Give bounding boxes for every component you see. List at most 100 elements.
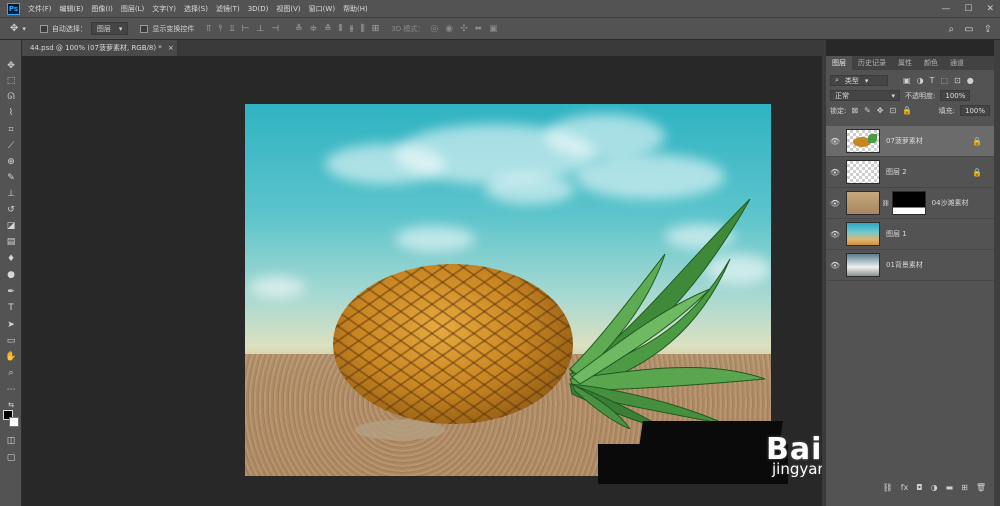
type-tool-icon[interactable]: T [0, 300, 22, 315]
add-mask-icon[interactable]: ◘ [916, 483, 922, 492]
eye-icon[interactable]: 👁 [828, 230, 842, 239]
hand-tool-icon[interactable]: ✋ [0, 349, 22, 364]
adjustment-layer-icon[interactable]: ◑ [931, 483, 938, 492]
brush-tool-icon[interactable]: ✎ [0, 170, 22, 185]
menu-layer[interactable]: 图层(L) [121, 4, 144, 14]
distribute-hcenter-icon[interactable]: ⫵ [349, 24, 353, 34]
align-bottom-icon[interactable]: ⫫ [229, 24, 234, 34]
smart-object-filter-icon[interactable]: ⊡ [954, 76, 961, 85]
photoshop-logo[interactable]: Ps [7, 2, 20, 15]
menu-help[interactable]: 帮助(H) [343, 4, 368, 14]
menu-file[interactable]: 文件(F) [28, 4, 52, 14]
align-vcenter-icon[interactable]: ⫯ [219, 24, 223, 34]
blend-mode-dropdown[interactable]: 正常 ▾ [830, 90, 900, 101]
fill-input[interactable]: 100% [960, 105, 990, 116]
layer-name[interactable]: 01背景素材 [886, 260, 923, 270]
new-layer-icon[interactable]: ⊞ [961, 483, 968, 492]
screen-mode-icon[interactable]: ▢ [0, 450, 22, 465]
quick-mask-icon[interactable]: ◫ [0, 433, 22, 448]
align-hcenter-icon[interactable]: ⊥ [256, 24, 264, 34]
layer-row[interactable]: 👁 ⛓ 04沙滩素材 [826, 188, 994, 219]
distribute-top-icon[interactable]: ≚ [295, 24, 303, 34]
gradient-tool-icon[interactable]: ▤ [0, 234, 22, 249]
layer-name[interactable]: 07菠萝素材 [886, 136, 923, 146]
tab-layers[interactable]: 图层 [826, 56, 852, 70]
more-tools-icon[interactable]: ⋯ [0, 382, 22, 397]
close-window-button[interactable]: ✕ [986, 4, 994, 14]
distribute-right-icon[interactable]: ⫼ [361, 24, 365, 34]
layer-style-icon[interactable]: fx [901, 483, 909, 492]
layer-row[interactable]: 👁 图层 2 🔒 [826, 157, 994, 188]
tab-channels[interactable]: 通道 [944, 56, 970, 70]
lock-artboard-icon[interactable]: ⊡ [889, 106, 896, 115]
menu-type[interactable]: 文字(Y) [152, 4, 176, 14]
distribute-left-icon[interactable]: ⫴ [339, 24, 343, 34]
adjustment-filter-icon[interactable]: ◑ [917, 76, 924, 85]
3d-roll-icon[interactable]: ◉ [445, 24, 453, 34]
auto-select-target-dropdown[interactable]: 图层 ▾ [90, 22, 129, 35]
link-layers-icon[interactable]: ⛓ [883, 483, 893, 492]
distribute-bottom-icon[interactable]: ≙ [324, 24, 332, 34]
background-color-swatch[interactable] [9, 417, 19, 427]
show-transform-checkbox-box[interactable] [140, 24, 149, 33]
auto-select-checkbox[interactable]: 自动选择： [39, 24, 87, 34]
3d-scale-icon[interactable]: ▣ [489, 24, 498, 34]
align-top-icon[interactable]: ⫪ [206, 24, 211, 34]
pen-tool-icon[interactable]: ✒ [0, 284, 22, 299]
3d-pan-icon[interactable]: ✣ [460, 24, 468, 34]
healing-brush-tool-icon[interactable]: ⊕ [0, 154, 22, 169]
layer-name[interactable]: 04沙滩素材 [932, 198, 969, 208]
menu-window[interactable]: 窗口(W) [309, 4, 335, 14]
link-icon[interactable]: ⛓ [882, 200, 890, 207]
share-icon[interactable]: ⇪ [984, 24, 992, 35]
history-brush-tool-icon[interactable]: ↺ [0, 202, 22, 217]
show-transform-checkbox[interactable]: 显示变换控件 [140, 24, 194, 34]
lasso-tool-icon[interactable]: ᘏ [0, 89, 22, 104]
tool-preset-chevron-icon[interactable]: ▾ [22, 25, 26, 33]
layer-row[interactable]: 👁 01背景素材 [826, 250, 994, 281]
menu-select[interactable]: 选择(S) [184, 4, 208, 14]
tab-history[interactable]: 历史记录 [852, 56, 892, 70]
layer-filter-dropdown[interactable]: ⌕ 类型 ▾ [830, 75, 888, 86]
layer-name[interactable]: 图层 2 [886, 167, 907, 177]
minimize-button[interactable]: — [941, 4, 950, 14]
document-tab[interactable]: 44.psd @ 100% (07菠萝素材, RGB/8) * × [22, 40, 177, 56]
align-left-icon[interactable]: ⊢ [242, 24, 250, 34]
eraser-tool-icon[interactable]: ◪ [0, 218, 22, 233]
eye-icon[interactable]: 👁 [828, 261, 842, 270]
workspace-icon[interactable]: ▭ [964, 24, 973, 35]
shape-filter-icon[interactable]: ⬚ [940, 76, 948, 85]
quick-select-tool-icon[interactable]: ⌇ [0, 105, 22, 120]
rectangle-tool-icon[interactable]: ▭ [0, 333, 22, 348]
eye-icon[interactable]: 👁 [828, 199, 842, 208]
lock-all-icon[interactable]: 🔒 [902, 106, 912, 115]
dodge-tool-icon[interactable]: ● [0, 267, 22, 282]
move-tool-icon[interactable]: ✥ [0, 58, 22, 73]
menu-filter[interactable]: 滤镜(T) [216, 4, 240, 14]
layer-row[interactable]: 👁 图层 1 [826, 219, 994, 250]
layer-name[interactable]: 图层 1 [886, 229, 907, 239]
menu-3d[interactable]: 3D(D) [248, 5, 269, 13]
layer-mask-thumbnail[interactable] [891, 191, 926, 215]
blur-tool-icon[interactable]: ♦ [0, 251, 22, 266]
eye-icon[interactable]: 👁 [828, 137, 842, 146]
lock-transparent-icon[interactable]: ⊠ [851, 106, 858, 115]
lock-position-icon[interactable]: ✥ [877, 106, 884, 115]
type-filter-icon[interactable]: T [930, 76, 935, 85]
auto-select-checkbox-box[interactable] [39, 24, 48, 33]
search-icon[interactable]: ⌕ [949, 24, 955, 35]
distribute-vcenter-icon[interactable]: ≑ [310, 24, 318, 34]
3d-slide-icon[interactable]: ⬌ [475, 24, 483, 34]
move-tool-icon[interactable]: ✥ [10, 23, 18, 34]
eye-icon[interactable]: 👁 [828, 168, 842, 177]
new-group-icon[interactable]: ▬ [946, 483, 954, 492]
eyedropper-tool-icon[interactable]: ⟋ [0, 138, 22, 153]
clone-stamp-tool-icon[interactable]: ⊥ [0, 186, 22, 201]
pixel-filter-icon[interactable]: ▣ [903, 76, 911, 85]
lock-pixels-icon[interactable]: ✎ [864, 106, 871, 115]
delete-layer-icon[interactable]: 🗑 [976, 483, 986, 492]
filter-toggle-icon[interactable]: ● [967, 76, 974, 85]
zoom-tool-icon[interactable]: ⌕ [0, 365, 22, 380]
layer-row[interactable]: 👁 07菠萝素材 🔒 [826, 126, 994, 157]
path-select-tool-icon[interactable]: ➤ [0, 317, 22, 332]
